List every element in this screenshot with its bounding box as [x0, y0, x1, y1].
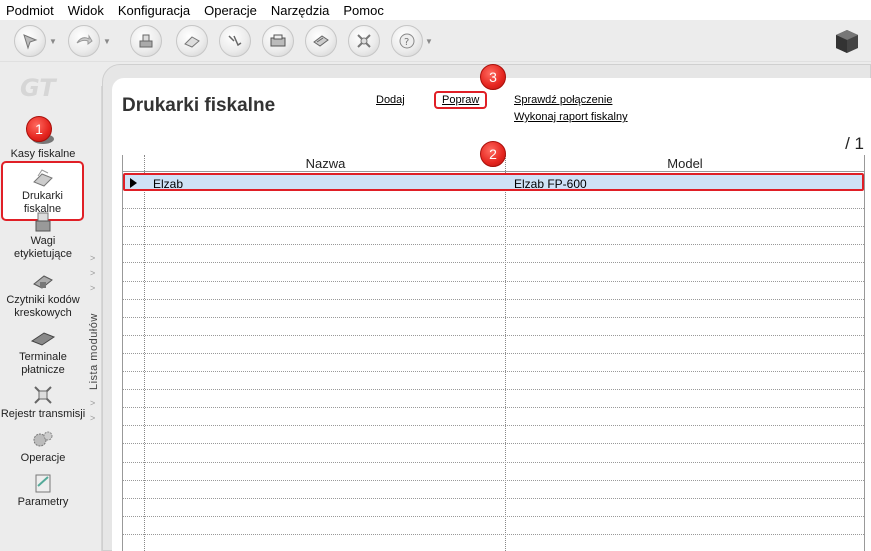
empty-table-row[interactable]: [123, 300, 864, 318]
sidebar-item-label: Rejestr transmisji: [0, 408, 86, 420]
empty-table-row[interactable]: [123, 282, 864, 300]
menu-widok[interactable]: Widok: [66, 3, 106, 18]
empty-table-row[interactable]: [123, 499, 864, 517]
menu-pomoc[interactable]: Pomoc: [341, 3, 385, 18]
empty-table-row[interactable]: [123, 354, 864, 372]
sidebar-item-czytniki[interactable]: Czytniki kodów kreskowych: [0, 270, 86, 320]
empty-table-row[interactable]: [123, 264, 864, 282]
help-icon[interactable]: ?: [391, 25, 423, 57]
transmission-icon: [34, 386, 52, 404]
sidebar-item-label: Terminale płatnicze: [19, 351, 67, 376]
empty-table-row[interactable]: [123, 408, 864, 427]
empty-table-row[interactable]: [123, 463, 864, 481]
sidebar-item-terminale[interactable]: Terminale płatnicze: [0, 327, 86, 377]
menu-narzedzia[interactable]: Narzędzia: [269, 3, 332, 18]
menu-operacje[interactable]: Operacje: [202, 3, 259, 18]
chevron-down-icon[interactable]: ▼: [103, 37, 111, 46]
barcode-scanner-icon: [33, 275, 53, 289]
empty-table-row[interactable]: [123, 535, 864, 551]
scale-icon: [35, 212, 51, 232]
sidebar-item-label: Operacje: [20, 452, 66, 464]
scale-icon[interactable]: [176, 25, 208, 57]
parameters-icon: [35, 474, 51, 493]
step-badge-3: 3: [480, 64, 506, 90]
card-terminal-icon: [30, 332, 56, 346]
empty-table-row[interactable]: [123, 445, 864, 463]
gears-icon: [33, 431, 53, 447]
logo-icon: GT: [20, 74, 57, 102]
chevron-right-icon[interactable]: >: [90, 413, 95, 423]
svg-text:?: ?: [404, 37, 409, 48]
check-connection-link[interactable]: Sprawdź połączenie: [514, 94, 612, 106]
cursor-icon[interactable]: [14, 25, 46, 57]
menu-bar: Podmiot Widok Konfiguracja Operacje Narz…: [0, 0, 871, 20]
page-title: Drukarki fiskalne: [122, 95, 276, 116]
sidebar-item-parametry[interactable]: Parametry: [0, 472, 86, 509]
transmission-icon[interactable]: [348, 25, 380, 57]
printer-icon[interactable]: [219, 25, 251, 57]
fiscal-printer-icon: [32, 169, 53, 187]
cash-drawer-icon[interactable]: [262, 25, 294, 57]
chevron-right-icon[interactable]: >: [90, 398, 95, 408]
row-pointer-icon: [130, 178, 137, 188]
svg-text:GT: GT: [20, 74, 57, 102]
step-badge-2: 2: [480, 141, 506, 167]
empty-table-row[interactable]: [123, 426, 864, 445]
column-header-nazwa[interactable]: Nazwa: [145, 155, 506, 172]
chevron-down-icon[interactable]: ▼: [425, 37, 433, 46]
empty-table-row[interactable]: [123, 191, 864, 210]
chevron-right-icon[interactable]: >: [90, 253, 95, 263]
step-badge-1: 1: [26, 116, 52, 142]
empty-table-row[interactable]: [123, 372, 864, 391]
printers-table: Nazwa Model Elzab Elzab FP-600: [122, 155, 865, 551]
empty-table-row[interactable]: [123, 481, 864, 499]
empty-table-row[interactable]: [123, 245, 864, 264]
sidebar-item-label: Czytniki kodów kreskowych: [6, 294, 80, 319]
empty-table-row[interactable]: [123, 517, 864, 535]
column-header-model[interactable]: Model: [506, 155, 864, 172]
empty-table-row[interactable]: [123, 390, 864, 409]
fiscal-report-link[interactable]: Wykonaj raport fiskalny: [514, 111, 628, 123]
page-count: / 1: [845, 134, 864, 153]
sidebar-item-wagi-etykietujace[interactable]: Wagi etykietujące: [0, 211, 86, 261]
fiscal-register-icon[interactable]: [130, 25, 162, 57]
table-row[interactable]: Elzab Elzab FP-600: [123, 173, 864, 191]
sidebar-item-label: Parametry: [17, 496, 69, 508]
modules-list-label: Lista modułów: [88, 313, 100, 390]
edit-link[interactable]: Popraw: [434, 91, 488, 109]
card-terminal-icon[interactable]: [305, 25, 337, 57]
menu-podmiot[interactable]: Podmiot: [4, 3, 56, 18]
menu-konfiguracja[interactable]: Konfiguracja: [116, 3, 192, 18]
sidebar-item-label: Wagi etykietujące: [13, 235, 73, 260]
cube-icon[interactable]: [833, 27, 861, 55]
chevron-down-icon[interactable]: ▼: [49, 37, 57, 46]
sidebar-item-operacje[interactable]: Operacje: [0, 428, 86, 465]
sidebar-item-rejestr-transmisji[interactable]: Rejestr transmisji: [0, 384, 86, 421]
sidebar-item-label: Kasy fiskalne: [10, 148, 76, 160]
toolbar: ▼ ▼ ? ▼: [0, 20, 871, 62]
add-link[interactable]: Dodaj: [376, 94, 405, 106]
empty-table-row[interactable]: [123, 336, 864, 354]
empty-table-row[interactable]: [123, 318, 864, 336]
forward-icon[interactable]: [68, 25, 100, 57]
empty-table-row[interactable]: [123, 209, 864, 228]
empty-table-row[interactable]: [123, 227, 864, 246]
